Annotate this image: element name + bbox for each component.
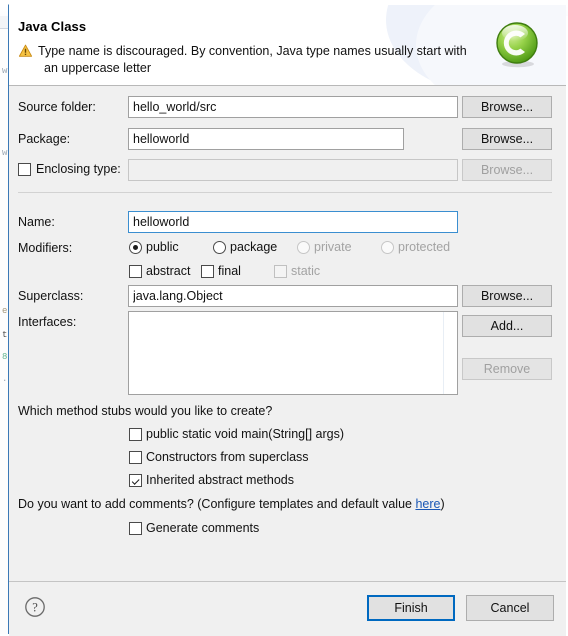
dialog-footer: ? Finish Cancel [9, 581, 566, 636]
stub-checkbox-inherited-abstract[interactable] [129, 474, 142, 487]
source-folder-label: Source folder: [18, 100, 96, 114]
enclosing-type-label: Enclosing type: [36, 162, 121, 176]
superclass-input[interactable] [128, 285, 458, 307]
warning-triangle-icon [18, 44, 33, 57]
editor-text-fragment: w [2, 148, 8, 158]
name-label: Name: [18, 215, 55, 229]
modifier-label-final: final [218, 264, 241, 278]
modifier-radio-protected [381, 241, 394, 254]
generate-comments-label: Generate comments [146, 521, 260, 535]
enclosing-type-browse-button: Browse... [462, 159, 552, 181]
package-browse-button[interactable]: Browse... [462, 128, 552, 150]
help-question-icon[interactable]: ? [24, 596, 46, 618]
new-java-class-dialog: Java Class Type name is discouraged. By … [8, 4, 566, 636]
finish-button[interactable]: Finish [367, 595, 455, 621]
interfaces-label: Interfaces: [18, 315, 77, 329]
enclosing-type-input [128, 159, 458, 181]
source-folder-browse-button[interactable]: Browse... [462, 96, 552, 118]
editor-text-fragment: 8 [2, 352, 8, 362]
stub-label-constructors: Constructors from superclass [146, 450, 309, 464]
modifier-label-private: private [314, 240, 352, 254]
interfaces-remove-button: Remove [462, 358, 552, 380]
modifier-radio-private [297, 241, 310, 254]
interfaces-list[interactable] [128, 311, 458, 395]
svg-text:?: ? [32, 600, 38, 614]
configure-templates-link[interactable]: here [415, 497, 440, 511]
java-class-green-c-icon [496, 22, 538, 68]
stub-checkbox-constructors[interactable] [129, 451, 142, 464]
stub-label-main-method: public static void main(String[] args) [146, 427, 344, 441]
package-label: Package: [18, 132, 71, 146]
modifier-label-abstract: abstract [146, 264, 191, 278]
editor-text-fragment: e [2, 306, 8, 316]
superclass-browse-button[interactable]: Browse... [462, 285, 552, 307]
modifier-checkbox-static [274, 265, 287, 278]
source-folder-input[interactable] [128, 96, 458, 118]
name-input[interactable] [128, 211, 458, 233]
wizard-banner: Java Class Type name is discouraged. By … [9, 5, 566, 86]
editor-text-fragment: · [2, 376, 8, 386]
stub-checkbox-main-method[interactable] [129, 428, 142, 441]
page-title: Java Class [18, 19, 87, 34]
modifier-label-protected: protected [398, 240, 451, 254]
modifier-checkbox-abstract[interactable] [129, 265, 142, 278]
cancel-button[interactable]: Cancel [466, 595, 554, 621]
dialog-body: Source folder: Browse... Package: Browse… [9, 86, 566, 581]
modifier-label-static: static [291, 264, 321, 278]
modifier-radio-public[interactable] [129, 241, 142, 254]
modifier-radio-package[interactable] [213, 241, 226, 254]
modifier-label-package: package [230, 240, 278, 254]
enclosing-type-checkbox[interactable] [18, 163, 31, 176]
validation-message: Type name is discouraged. By convention,… [18, 43, 473, 77]
editor-text-fragment: w [2, 66, 8, 76]
modifier-label-public: public [146, 240, 179, 254]
superclass-label: Superclass: [18, 289, 84, 303]
stub-label-inherited-abstract: Inherited abstract methods [146, 473, 294, 487]
editor-text-fragment: t [2, 330, 8, 340]
modifiers-label: Modifiers: [18, 241, 73, 255]
validation-message-line-2: an uppercase letter [44, 61, 152, 75]
interfaces-add-button[interactable]: Add... [462, 315, 552, 337]
comments-question-suffix: ) [440, 497, 445, 511]
modifier-checkbox-final[interactable] [201, 265, 214, 278]
section-divider-1 [18, 192, 552, 193]
package-input[interactable] [128, 128, 404, 150]
interfaces-list-scrollbar[interactable] [443, 312, 444, 394]
validation-message-line-1: Type name is discouraged. By convention,… [38, 44, 467, 58]
method-stubs-question: Which method stubs would you like to cre… [18, 404, 273, 418]
generate-comments-checkbox[interactable] [129, 522, 142, 535]
comments-question-prefix: Do you want to add comments? (Configure … [18, 497, 416, 511]
comments-question: Do you want to add comments? (Configure … [18, 497, 445, 511]
